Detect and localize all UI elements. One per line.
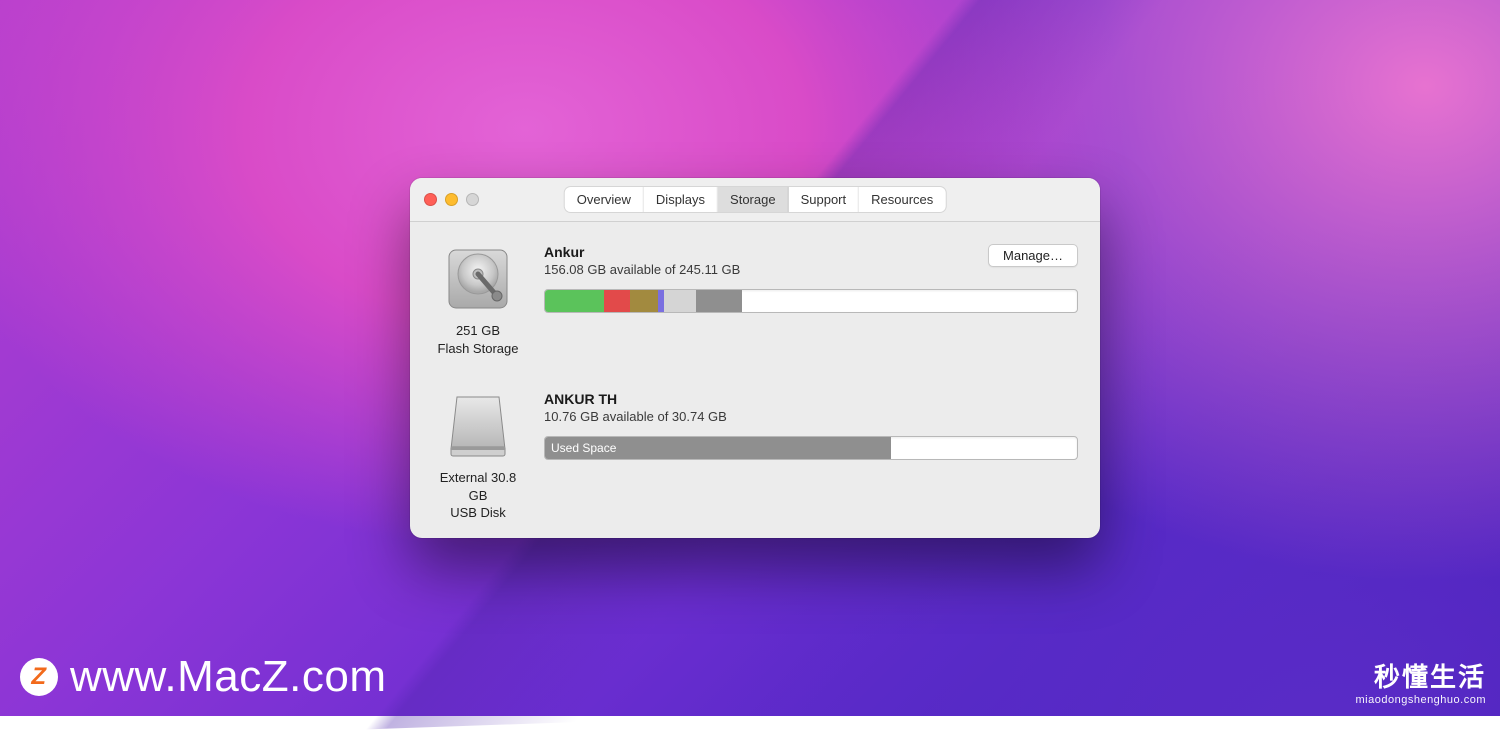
- storage-panel: 251 GB Flash Storage Ankur 156.08 GB ava…: [410, 222, 1100, 538]
- watermark-left: Z www.MacZ.com: [20, 652, 386, 702]
- tab-storage[interactable]: Storage: [718, 187, 789, 212]
- about-this-mac-window: Overview Displays Storage Support Resour…: [410, 178, 1100, 538]
- watermark-logo-icon: Z: [20, 658, 58, 696]
- storage-segment: Used Space: [545, 437, 891, 459]
- tab-displays[interactable]: Displays: [644, 187, 718, 212]
- close-button[interactable]: [424, 193, 437, 206]
- storage-segment: [604, 290, 630, 312]
- drive-name: ANKUR TH: [544, 391, 727, 407]
- drive-capacity-label: External 30.8 GB: [432, 469, 524, 504]
- drive-caption: 251 GB Flash Storage: [432, 322, 524, 357]
- drive-type-label: USB Disk: [432, 504, 524, 522]
- window-controls: [424, 193, 479, 206]
- external-disk-icon: [443, 391, 513, 461]
- drive-caption: External 30.8 GB USB Disk: [432, 469, 524, 522]
- tab-support[interactable]: Support: [789, 187, 860, 212]
- storage-bar: [544, 289, 1078, 313]
- drive-name: Ankur: [544, 244, 740, 260]
- tab-resources[interactable]: Resources: [859, 187, 945, 212]
- drive-row: External 30.8 GB USB Disk ANKUR TH 10.76…: [432, 391, 1078, 522]
- drive-type-label: Flash Storage: [432, 340, 524, 358]
- drive-available: 10.76 GB available of 30.74 GB: [544, 409, 727, 424]
- manage-button[interactable]: Manage…: [988, 244, 1078, 267]
- watermark-cn-url: miaodongshenghuo.com: [1356, 694, 1486, 706]
- tab-bar: Overview Displays Storage Support Resour…: [565, 187, 946, 212]
- zoom-button: [466, 193, 479, 206]
- storage-segment: [630, 290, 658, 312]
- storage-segment: [545, 290, 604, 312]
- storage-bar: Used Space: [544, 436, 1078, 460]
- storage-segment: [696, 290, 742, 312]
- drive-row: 251 GB Flash Storage Ankur 156.08 GB ava…: [432, 244, 1078, 357]
- drive-capacity-label: 251 GB: [432, 322, 524, 340]
- storage-segment: [664, 290, 696, 312]
- internal-hdd-icon: [443, 244, 513, 314]
- window-titlebar: Overview Displays Storage Support Resour…: [410, 178, 1100, 222]
- watermark-right: 秒懂生活 miaodongshenghuo.com: [1356, 657, 1486, 706]
- watermark-url-text: www.MacZ.com: [70, 652, 386, 702]
- drive-available: 156.08 GB available of 245.11 GB: [544, 262, 740, 277]
- tab-overview[interactable]: Overview: [565, 187, 644, 212]
- minimize-button[interactable]: [445, 193, 458, 206]
- watermark-cn-text: 秒懂生活: [1356, 657, 1486, 694]
